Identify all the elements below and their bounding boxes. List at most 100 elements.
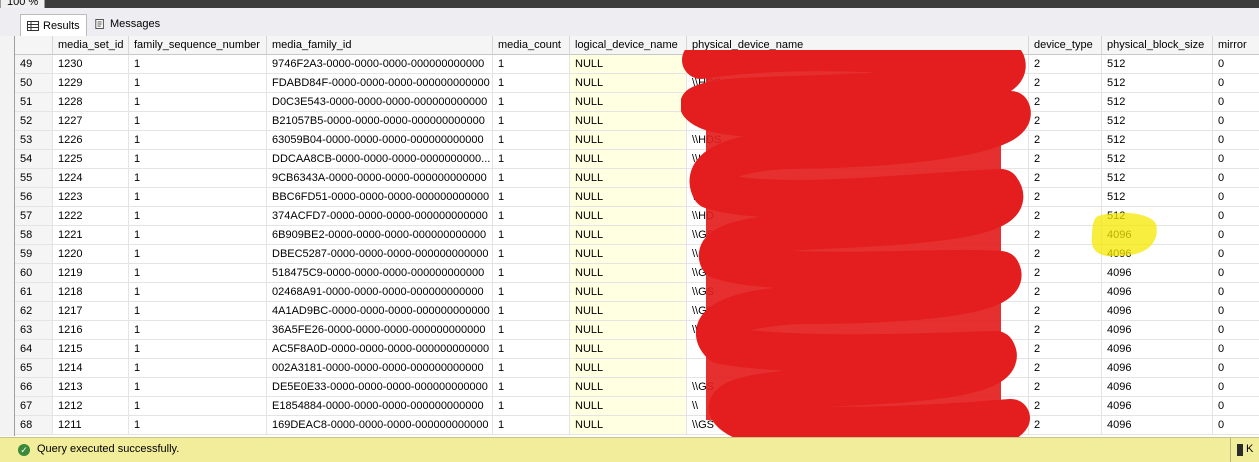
cell-row-number[interactable]: 68 [15,416,53,435]
cell-row-number[interactable]: 57 [15,207,53,226]
cell-physical-device-name[interactable]: \\HD [687,207,1029,226]
cell-mirror[interactable]: 0 [1213,226,1259,245]
cell-media-set-id[interactable]: 1228 [53,93,129,112]
cell-physical-block-size[interactable]: 4096 [1102,340,1213,359]
cell-media-family-id[interactable]: BBC6FD51-0000-0000-0000-000000000000 [267,188,493,207]
cell-media-family-id[interactable]: 6B909BE2-0000-0000-0000-000000000000 [267,226,493,245]
cell-family-sequence-number[interactable]: 1 [129,112,267,131]
cell-logical-device-name[interactable]: NULL [570,93,687,112]
table-row[interactable]: 57 1222 1 374ACFD7-0000-0000-0000-000000000… [15,207,1259,226]
cell-mirror[interactable]: 0 [1213,283,1259,302]
cell-mirror[interactable]: 0 [1213,359,1259,378]
cell-physical-device-name[interactable]: \\HDS [687,169,1029,188]
tab-messages[interactable]: Messages [88,14,166,34]
cell-physical-block-size[interactable]: 512 [1102,93,1213,112]
cell-media-count[interactable]: 1 [493,359,570,378]
cell-row-number[interactable]: 66 [15,378,53,397]
cell-media-set-id[interactable]: 1211 [53,416,129,435]
cell-physical-device-name[interactable] [687,340,1029,359]
table-row[interactable]: 53 1226 1 63059B04-0000-0000-0000-000000000… [15,131,1259,150]
cell-device-type[interactable]: 2 [1029,55,1102,74]
cell-physical-device-name[interactable]: \\ [687,112,1029,131]
cell-media-count[interactable]: 1 [493,112,570,131]
cell-media-count[interactable]: 1 [493,264,570,283]
cell-physical-block-size[interactable]: 512 [1102,169,1213,188]
cell-media-family-id[interactable]: 518475C9-0000-0000-0000-000000000000 [267,264,493,283]
cell-family-sequence-number[interactable]: 1 [129,245,267,264]
cell-media-set-id[interactable]: 1212 [53,397,129,416]
cell-media-count[interactable]: 1 [493,416,570,435]
cell-media-family-id[interactable]: 374ACFD7-0000-0000-0000-000000000000 [267,207,493,226]
cell-device-type[interactable]: 2 [1029,169,1102,188]
cell-media-family-id[interactable]: B21057B5-0000-0000-0000-000000000000 [267,112,493,131]
cell-logical-device-name[interactable]: NULL [570,55,687,74]
cell-media-family-id[interactable]: E1854884-0000-0000-0000-000000000000 [267,397,493,416]
cell-physical-block-size[interactable]: 4096 [1102,226,1213,245]
cell-mirror[interactable]: 0 [1213,207,1259,226]
column-header-family-sequence-number[interactable]: family_sequence_number [129,36,267,55]
cell-device-type[interactable]: 2 [1029,359,1102,378]
cell-media-count[interactable]: 1 [493,74,570,93]
table-row[interactable]: 49 1230 1 9746F2A3-0000-0000-0000-000000000… [15,55,1259,74]
cell-mirror[interactable]: 0 [1213,321,1259,340]
cell-mirror[interactable]: 0 [1213,340,1259,359]
cell-mirror[interactable]: 0 [1213,245,1259,264]
cell-family-sequence-number[interactable]: 1 [129,150,267,169]
table-row[interactable]: 51 1228 1 D0C3E543-0000-0000-0000-000000000… [15,93,1259,112]
cell-row-number[interactable]: 65 [15,359,53,378]
cell-physical-block-size[interactable]: 512 [1102,207,1213,226]
cell-media-set-id[interactable]: 1215 [53,340,129,359]
cell-device-type[interactable]: 2 [1029,188,1102,207]
table-row[interactable]: 62 1217 1 4A1AD9BC-0000-0000-0000-000000000… [15,302,1259,321]
cell-mirror[interactable]: 0 [1213,397,1259,416]
cell-media-count[interactable]: 1 [493,340,570,359]
cell-physical-device-name[interactable]: \\HD [687,188,1029,207]
cell-media-family-id[interactable]: FDABD84F-0000-0000-0000-000000000000 [267,74,493,93]
cell-media-family-id[interactable]: DBEC5287-0000-0000-0000-000000000000 [267,245,493,264]
cell-media-family-id[interactable]: 02468A91-0000-0000-0000-000000000000 [267,283,493,302]
cell-logical-device-name[interactable]: NULL [570,169,687,188]
cell-device-type[interactable]: 2 [1029,226,1102,245]
cell-device-type[interactable]: 2 [1029,340,1102,359]
cell-physical-device-name[interactable]: \\GS [687,226,1029,245]
cell-mirror[interactable]: 0 [1213,188,1259,207]
table-row[interactable]: 54 1225 1 DDCAA8CB-0000-0000-0000-000000000… [15,150,1259,169]
cell-family-sequence-number[interactable]: 1 [129,188,267,207]
cell-family-sequence-number[interactable]: 1 [129,302,267,321]
cell-device-type[interactable]: 2 [1029,93,1102,112]
tab-results[interactable]: Results [20,14,87,37]
column-header-media-set-id[interactable]: media_set_id [53,36,129,55]
cell-physical-device-name[interactable]: \\HDS [687,93,1029,112]
cell-device-type[interactable]: 2 [1029,207,1102,226]
cell-physical-block-size[interactable]: 4096 [1102,264,1213,283]
cell-media-set-id[interactable]: 1216 [53,321,129,340]
cell-media-set-id[interactable]: 1230 [53,55,129,74]
cell-physical-device-name[interactable]: \\GS [687,416,1029,435]
cell-row-number[interactable]: 64 [15,340,53,359]
cell-media-count[interactable]: 1 [493,321,570,340]
cell-physical-device-name[interactable]: \\HDS [687,131,1029,150]
cell-device-type[interactable]: 2 [1029,283,1102,302]
column-header-physical-device-name[interactable]: physical_device_name [687,36,1029,55]
cell-media-set-id[interactable]: 1213 [53,378,129,397]
cell-logical-device-name[interactable]: NULL [570,397,687,416]
cell-media-set-id[interactable]: 1217 [53,302,129,321]
cell-media-family-id[interactable]: DDCAA8CB-0000-0000-0000-0000000000... [267,150,493,169]
cell-logical-device-name[interactable]: NULL [570,207,687,226]
cell-media-set-id[interactable]: 1226 [53,131,129,150]
cell-media-count[interactable]: 1 [493,150,570,169]
cell-family-sequence-number[interactable]: 1 [129,321,267,340]
cell-row-number[interactable]: 51 [15,93,53,112]
cell-media-family-id[interactable]: DE5E0E33-0000-0000-0000-000000000000 [267,378,493,397]
cell-media-count[interactable]: 1 [493,226,570,245]
table-row[interactable]: 60 1219 1 518475C9-0000-0000-0000-000000000… [15,264,1259,283]
cell-media-family-id[interactable]: AC5F8A0D-0000-0000-0000-000000000000 [267,340,493,359]
cell-physical-block-size[interactable]: 512 [1102,131,1213,150]
cell-media-set-id[interactable]: 1223 [53,188,129,207]
cell-mirror[interactable]: 0 [1213,93,1259,112]
cell-physical-device-name[interactable]: \\GS [687,264,1029,283]
cell-mirror[interactable]: 0 [1213,74,1259,93]
cell-logical-device-name[interactable]: NULL [570,74,687,93]
cell-media-family-id[interactable]: D0C3E543-0000-0000-0000-000000000000 [267,93,493,112]
cell-physical-device-name[interactable]: \\GS [687,378,1029,397]
